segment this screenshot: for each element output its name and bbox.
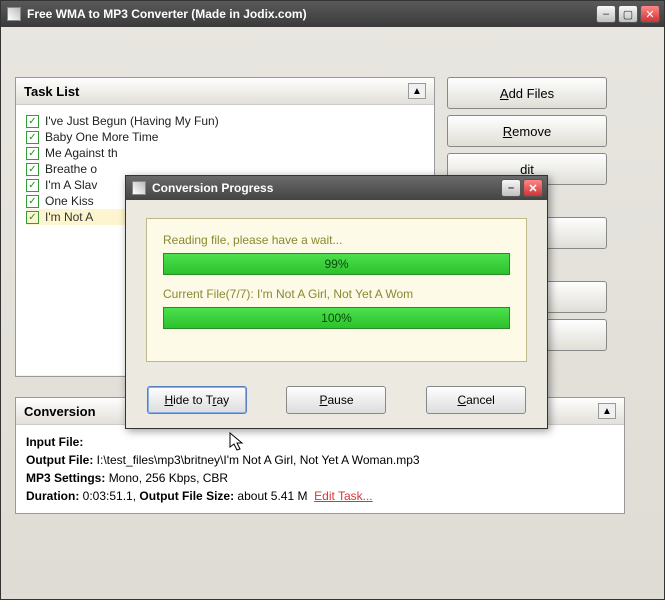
conversion-progress-dialog: Conversion Progress – ✕ Reading file, pl…: [125, 175, 548, 429]
task-row[interactable]: ✓ Me Against th: [26, 145, 424, 161]
window-controls: – ▢ ✕: [596, 5, 660, 23]
current-progress-bar: 100%: [163, 307, 510, 329]
input-file-label: Input File:: [26, 435, 83, 449]
outsize-value: about 5.41 M: [237, 489, 307, 503]
outsize-label: Output File Size:: [139, 489, 234, 503]
read-progress-bar: 99%: [163, 253, 510, 275]
task-label: Breathe o: [45, 162, 97, 176]
checkbox-icon[interactable]: ✓: [26, 147, 39, 160]
maximize-button[interactable]: ▢: [618, 5, 638, 23]
dialog-icon: [132, 181, 146, 195]
duration-label: Duration:: [26, 489, 79, 503]
close-button[interactable]: ✕: [640, 5, 660, 23]
task-row[interactable]: ✓ I've Just Begun (Having My Fun): [26, 113, 424, 129]
read-progress-label: Reading file, please have a wait...: [163, 233, 510, 247]
edit-task-link[interactable]: Edit Task...: [314, 489, 372, 503]
checkbox-icon[interactable]: ✓: [26, 195, 39, 208]
current-progress-value: 100%: [321, 311, 352, 325]
checkbox-icon[interactable]: ✓: [26, 131, 39, 144]
pause-button[interactable]: Pause: [286, 386, 386, 414]
hide-to-tray-button[interactable]: Hide to Tray: [147, 386, 247, 414]
task-label: Me Against th: [45, 146, 118, 160]
task-label: Baby One More Time: [45, 130, 158, 144]
task-list-header: Task List ▲: [16, 78, 434, 105]
dialog-titlebar: Conversion Progress – ✕: [126, 176, 547, 200]
dialog-body: Reading file, please have a wait... 99% …: [126, 200, 547, 372]
task-label: One Kiss: [45, 194, 94, 208]
checkbox-icon[interactable]: ✓: [26, 163, 39, 176]
details-title: Conversion: [24, 404, 96, 419]
task-label: I'm Not A: [45, 210, 93, 224]
dialog-buttons: Hide to Tray Pause Cancel: [126, 372, 547, 428]
task-label: I've Just Begun (Having My Fun): [45, 114, 219, 128]
output-file-label: Output File:: [26, 453, 93, 467]
progress-group: Reading file, please have a wait... 99% …: [146, 218, 527, 362]
task-label: I'm A Slav: [45, 178, 97, 192]
checkbox-icon[interactable]: ✓: [26, 115, 39, 128]
dialog-minimize-button[interactable]: –: [501, 179, 521, 197]
task-row[interactable]: ✓ Baby One More Time: [26, 129, 424, 145]
checkbox-icon[interactable]: ✓: [26, 211, 39, 224]
output-file-value: I:\test_files\mp3\britney\I'm Not A Girl…: [97, 453, 420, 467]
duration-value: 0:03:51.1,: [83, 489, 136, 503]
dialog-close-button[interactable]: ✕: [523, 179, 543, 197]
details-body: Input File: Output File: I:\test_files\m…: [16, 425, 624, 513]
settings-label: MP3 Settings:: [26, 471, 105, 485]
read-progress-value: 99%: [324, 257, 348, 271]
remove-button[interactable]: Remove: [447, 115, 607, 147]
app-icon: [7, 7, 21, 21]
minimize-button[interactable]: –: [596, 5, 616, 23]
dialog-title: Conversion Progress: [152, 181, 501, 195]
cancel-button[interactable]: Cancel: [426, 386, 526, 414]
window-title: Free WMA to MP3 Converter (Made in Jodix…: [27, 7, 596, 21]
settings-value: Mono, 256 Kbps, CBR: [109, 471, 228, 485]
collapse-icon[interactable]: ▲: [408, 83, 426, 99]
current-file-label: Current File(7/7): I'm Not A Girl, Not Y…: [163, 287, 510, 301]
collapse-icon[interactable]: ▲: [598, 403, 616, 419]
add-files-button[interactable]: AAdd Filesdd Files: [447, 77, 607, 109]
task-list-title: Task List: [24, 84, 79, 99]
main-titlebar: Free WMA to MP3 Converter (Made in Jodix…: [1, 1, 664, 27]
checkbox-icon[interactable]: ✓: [26, 179, 39, 192]
